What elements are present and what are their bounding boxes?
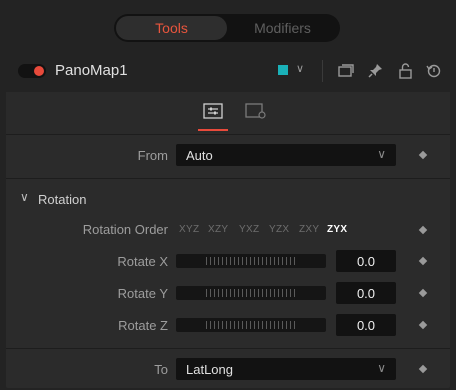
node-name: PanoMap1 xyxy=(55,62,128,79)
chevron-down-icon: ∨ xyxy=(377,147,386,161)
tab-tools[interactable]: Tools xyxy=(116,16,227,40)
settings-page-icon[interactable] xyxy=(244,102,266,120)
rotate-z-slider[interactable] xyxy=(176,318,326,332)
rotate-x-label: Rotate X xyxy=(117,254,168,269)
rotation-order-zxy[interactable]: ZXY xyxy=(299,224,319,235)
to-value: LatLong xyxy=(186,361,233,377)
header-separator xyxy=(322,60,323,82)
rotation-order-xzy[interactable]: XZY xyxy=(208,224,228,235)
control-page-tabs xyxy=(6,92,450,135)
to-dropdown[interactable]: LatLong ∨ xyxy=(176,358,396,380)
reset-icon[interactable] xyxy=(424,60,444,82)
rotate-y-slider[interactable] xyxy=(176,286,326,300)
active-page-underline xyxy=(198,129,228,131)
inspector-panel: Tools Modifiers PanoMap1 ∨ From Auto ∨ ∨… xyxy=(0,0,456,390)
rotate-y-input[interactable]: 0.0 xyxy=(336,282,396,304)
rotate-y-label: Rotate Y xyxy=(117,286,168,301)
collapse-chevron-icon[interactable]: ∨ xyxy=(20,190,29,204)
tab-modifiers[interactable]: Modifiers xyxy=(227,16,338,40)
pin-icon[interactable] xyxy=(366,60,386,82)
from-value: Auto xyxy=(186,147,213,163)
tool-controls: From Auto ∨ ∨ Rotation Rotation Order XY… xyxy=(6,92,450,388)
to-label: To xyxy=(154,362,168,377)
rotation-order-xyz[interactable]: XYZ xyxy=(179,224,199,235)
rotate-z-label: Rotate Z xyxy=(118,318,168,333)
chevron-down-icon: ∨ xyxy=(377,361,386,375)
rotate-z-input[interactable]: 0.0 xyxy=(336,314,396,336)
rotation-order-label: Rotation Order xyxy=(82,222,168,237)
keyframe-diamond-icon[interactable] xyxy=(418,364,428,374)
node-enable-indicator xyxy=(34,66,44,76)
node-color-swatch[interactable] xyxy=(278,65,288,75)
rotate-x-input[interactable]: 0.0 xyxy=(336,250,396,272)
window-icon[interactable] xyxy=(336,60,356,82)
rotate-x-slider[interactable] xyxy=(176,254,326,268)
from-dropdown[interactable]: Auto ∨ xyxy=(176,144,396,166)
section-divider xyxy=(6,178,450,179)
settings-sliders-icon[interactable] xyxy=(202,102,224,120)
lock-icon[interactable] xyxy=(396,60,416,82)
keyframe-diamond-icon[interactable] xyxy=(418,225,428,235)
keyframe-diamond-icon[interactable] xyxy=(418,256,428,266)
rotation-order-yxz[interactable]: YXZ xyxy=(239,224,259,235)
rotation-section-title[interactable]: Rotation xyxy=(38,192,86,207)
keyframe-diamond-icon[interactable] xyxy=(418,150,428,160)
rotation-order-zyx[interactable]: ZYX xyxy=(327,224,347,235)
keyframe-diamond-icon[interactable] xyxy=(418,320,428,330)
section-divider xyxy=(6,348,450,349)
inspector-tab-bar: Tools Modifiers xyxy=(114,14,340,42)
color-dropdown-chevron-icon[interactable]: ∨ xyxy=(296,62,304,75)
from-label: From xyxy=(137,148,168,163)
keyframe-diamond-icon[interactable] xyxy=(418,288,428,298)
rotation-order-yzx[interactable]: YZX xyxy=(269,224,289,235)
